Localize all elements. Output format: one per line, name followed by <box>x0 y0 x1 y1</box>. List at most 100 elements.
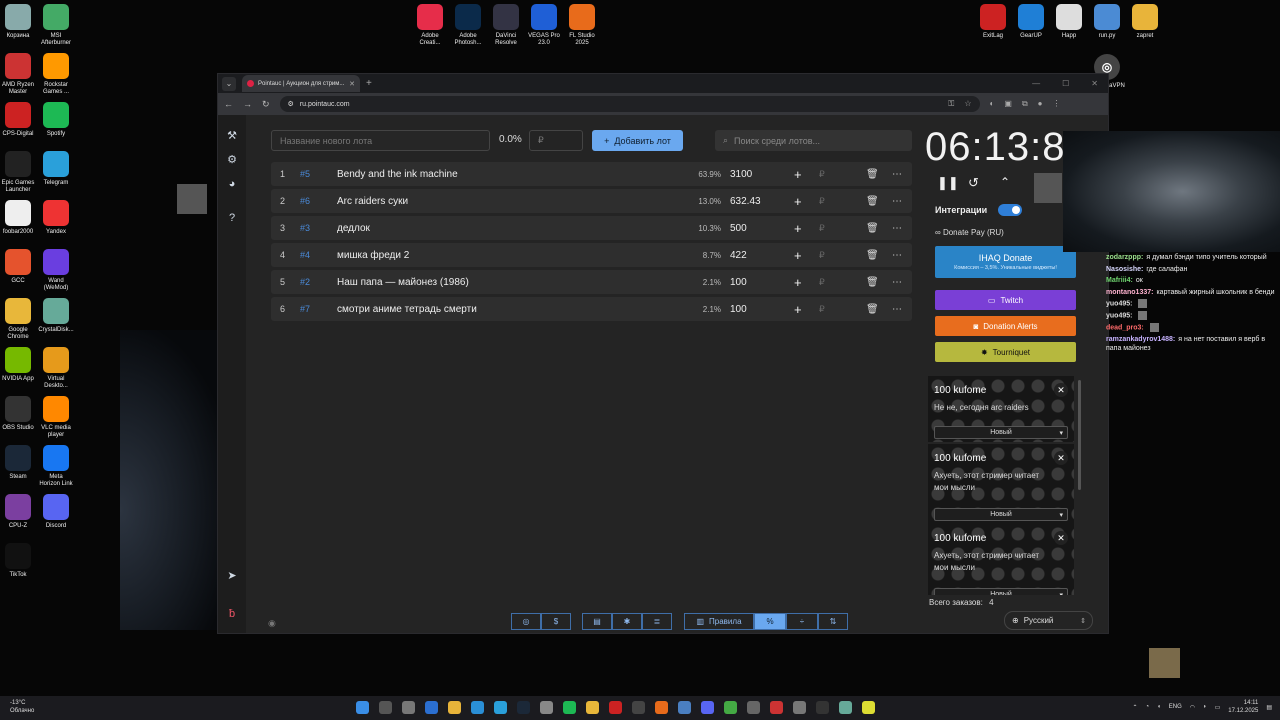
tourniquet-button[interactable]: ✸ Tourniquet <box>935 342 1076 362</box>
app-icon[interactable] <box>678 701 691 714</box>
chat-username[interactable]: dead_pro3: <box>1106 324 1144 331</box>
lot-row[interactable]: 1 #5 Bendy and the ink machine 63.9% 3100 + ₽ 🗑… <box>271 162 912 186</box>
integrations-toggle[interactable] <box>998 204 1022 216</box>
add-amount-plus-icon[interactable]: + <box>794 248 802 263</box>
lot-amount[interactable]: 100 <box>730 277 747 288</box>
lot-row[interactable]: 2 #6 Arc raiders суки 13.0% 632.43 + ₽ 🗑 ⋯ <box>271 189 912 213</box>
lot-add-amount-input[interactable]: ₽ <box>819 196 825 207</box>
lot-name[interactable]: Наш папа — майонез (1986) <box>337 277 469 288</box>
sort-arrows-icon[interactable]: ⇅ <box>818 613 848 630</box>
app-icon[interactable] <box>862 701 875 714</box>
app-icon[interactable] <box>540 701 553 714</box>
chat-username[interactable]: ramzankadyrov1488: <box>1106 336 1175 343</box>
back-icon[interactable]: ← <box>224 99 233 109</box>
start-icon[interactable] <box>356 701 369 714</box>
password-key-icon[interactable]: ⚿ <box>948 99 954 109</box>
reload-icon[interactable]: ↻ <box>262 99 270 110</box>
clock[interactable]: 14:11 17.12.2025 <box>1228 699 1258 715</box>
delete-trash-icon[interactable]: 🗑 <box>866 304 879 315</box>
app-icon[interactable] <box>839 701 852 714</box>
desktop-icon[interactable]: zapret <box>1123 4 1167 40</box>
more-options-icon[interactable]: ⋯ <box>892 304 902 315</box>
more-options-icon[interactable]: ⋯ <box>892 250 902 261</box>
extension-icon[interactable]: ◐ <box>990 99 995 109</box>
new-lot-amount-input[interactable]: ₽ <box>529 130 583 151</box>
chat-username[interactable]: zodarzppp: <box>1106 254 1143 261</box>
app-icon[interactable] <box>425 701 438 714</box>
delete-trash-icon[interactable]: 🗑 <box>866 223 879 234</box>
close-icon[interactable]: ✕ <box>1054 451 1068 465</box>
lot-row[interactable]: 6 #7 смотри аниме тетрадь смерти 2.1% 100 + ₽ 🗑… <box>271 297 912 321</box>
save-icon[interactable]: ▤ <box>582 613 612 630</box>
donate-pay-row[interactable]: ∞ Donate Pay (RU) <box>935 228 1004 237</box>
divide-icon[interactable]: ÷ <box>786 613 818 630</box>
github-icon[interactable]: ◎ <box>511 613 541 630</box>
desktop-icon[interactable]: VLC media player <box>34 396 78 439</box>
sort-list-icon[interactable]: ≣ <box>642 613 672 630</box>
bug-icon[interactable]: ✱ <box>612 613 642 630</box>
add-lot-button[interactable]: + Добавить лот <box>592 130 683 151</box>
chat-username[interactable]: yuo495: <box>1106 300 1132 307</box>
maximize-icon[interactable]: ☐ <box>1062 79 1069 88</box>
app-icon[interactable] <box>609 701 622 714</box>
visibility-eye-icon[interactable]: ◉ <box>268 618 276 629</box>
notifications-icon[interactable]: ▤ <box>1266 704 1272 711</box>
lot-add-amount-input[interactable]: ₽ <box>819 250 825 261</box>
search-icon[interactable] <box>379 701 392 714</box>
chevron-up-icon[interactable]: ⌃ <box>1000 175 1010 189</box>
weather-widget[interactable]: -13°C Облачно <box>10 699 34 715</box>
site-info-icon[interactable]: ⚙ <box>288 100 294 108</box>
pause-icon[interactable]: ❚❚ <box>937 175 959 191</box>
rules-button[interactable]: ▥ Правила <box>684 613 754 630</box>
boosty-icon[interactable]: ƀ <box>225 607 239 621</box>
lot-amount[interactable]: 500 <box>730 223 747 234</box>
tab-search-icon[interactable]: ⌄ <box>222 76 236 91</box>
add-amount-plus-icon[interactable]: + <box>794 194 802 209</box>
more-options-icon[interactable]: ⋯ <box>892 169 902 180</box>
donation-card[interactable]: 100 kufome Ахуеть, этот стример читает мо… <box>928 444 1074 524</box>
desktop-icon[interactable]: MSI Afterburner <box>34 4 78 47</box>
donation-card[interactable]: 100 kufome Не не, сегодня arc raiders ✕ Нов… <box>928 376 1074 442</box>
lot-row[interactable]: 4 #4 мишка фреди 2 8.7% 422 + ₽ 🗑 ⋯ <box>271 243 912 267</box>
donation-status-select[interactable]: Новый <box>934 508 1068 521</box>
obs-icon[interactable] <box>632 701 645 714</box>
close-icon[interactable]: ✕ <box>1054 383 1068 397</box>
lot-add-amount-input[interactable]: ₽ <box>819 223 825 234</box>
desktop-icon[interactable]: Virtual Deskto... <box>34 347 78 390</box>
desktop-icon[interactable]: Spotify <box>34 102 78 138</box>
tray-chevron-icon[interactable]: ⌃ <box>1132 704 1137 711</box>
input-language[interactable]: ENG <box>1169 704 1182 710</box>
delete-trash-icon[interactable]: 🗑 <box>866 277 879 288</box>
lot-name[interactable]: Arc raiders суки <box>337 196 408 207</box>
discord-icon[interactable] <box>701 701 714 714</box>
lot-add-amount-input[interactable]: ₽ <box>819 169 825 180</box>
app-icon[interactable] <box>770 701 783 714</box>
lot-name[interactable]: мишка фреди 2 <box>337 250 409 261</box>
explorer-icon[interactable] <box>448 701 461 714</box>
lot-amount[interactable]: 632.43 <box>730 196 761 207</box>
desktop-icon[interactable]: Wand (WeMod) <box>34 249 78 292</box>
more-options-icon[interactable]: ⋯ <box>892 196 902 207</box>
desktop-icon[interactable]: Rockstar Games ... <box>34 53 78 96</box>
chat-username[interactable]: yuo495: <box>1106 312 1132 319</box>
auction-hammer-icon[interactable]: ⚒ <box>225 129 239 143</box>
desktop-icon[interactable]: FL Studio 2025 <box>560 4 604 47</box>
settings-gear-icon[interactable]: ⚙ <box>225 153 239 167</box>
menu-kebab-icon[interactable]: ⋮ <box>1053 99 1061 109</box>
app-icon[interactable] <box>793 701 806 714</box>
network-icon[interactable]: ◔ <box>1145 704 1149 710</box>
lot-row[interactable]: 5 #2 Наш папа — майонез (1986) 2.1% 100 + ₽ 🗑 ⋯ <box>271 270 912 294</box>
add-amount-plus-icon[interactable]: + <box>794 221 802 236</box>
chat-username[interactable]: montano1337: <box>1106 289 1153 296</box>
delete-trash-icon[interactable]: 🗑 <box>866 250 879 261</box>
add-amount-plus-icon[interactable]: + <box>794 275 802 290</box>
wheel-pie-icon[interactable]: ◕ <box>225 177 239 191</box>
delete-trash-icon[interactable]: 🗑 <box>866 169 879 180</box>
task-view-icon[interactable] <box>402 701 415 714</box>
battery-icon[interactable]: ▭ <box>1215 704 1221 711</box>
desktop-icon[interactable]: TikTok <box>0 543 40 579</box>
desktop-icon[interactable]: Discord <box>34 494 78 530</box>
add-amount-plus-icon[interactable]: + <box>794 167 802 182</box>
app-icon[interactable] <box>471 701 484 714</box>
lot-name[interactable]: смотри аниме тетрадь смерти <box>337 304 477 315</box>
